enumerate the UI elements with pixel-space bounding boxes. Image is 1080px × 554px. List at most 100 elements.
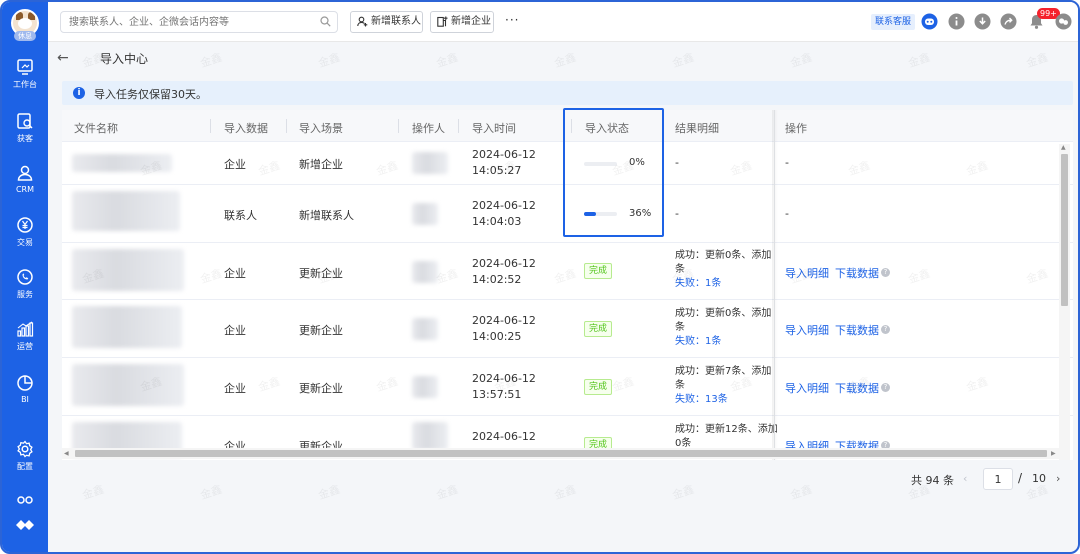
result-fail-link[interactable]: 失败：1条 (675, 277, 771, 291)
sidebar-item-crm[interactable]: CRM (2, 164, 48, 194)
column-header-file-name: 文件名称 (74, 122, 118, 135)
scroll-up-arrow[interactable]: ▲ (1061, 144, 1066, 151)
result-success-text: 成功：更新7条、添加 (675, 366, 772, 377)
cell-data: 企业 (224, 158, 246, 171)
column-header-import-time: 导入时间 (472, 122, 516, 135)
download-icon[interactable] (974, 13, 991, 30)
pagination-prev-button[interactable]: ‹ (963, 472, 967, 485)
download-data-link[interactable]: 下载数据 (835, 265, 879, 281)
sidebar-item-acquire[interactable]: 获客 (2, 112, 48, 144)
sidebar-item-label: BI (21, 395, 29, 404)
cell-actions: - (785, 207, 789, 220)
cell-import-clock: 14:00:25 (472, 330, 522, 343)
redacted-operator (412, 203, 438, 225)
sidebar-item-service[interactable]: 服务 (2, 268, 48, 300)
cell-import-clock: 14:04:03 (472, 215, 522, 228)
redacted-file-name (72, 249, 184, 291)
horizontal-scrollbar[interactable]: ◀ ▶ (62, 448, 1062, 459)
search-input[interactable] (61, 12, 301, 32)
fixed-column-shadow (772, 110, 778, 460)
watermark-text: 金鑫 (80, 482, 106, 503)
help-icon[interactable]: ? (881, 325, 890, 334)
add-company-icon (437, 16, 448, 27)
pagination-total: 共 94 条 (911, 474, 954, 487)
sidebar-item-bi[interactable]: BI (2, 374, 48, 404)
user-icon (17, 165, 33, 181)
info-icon: i (73, 87, 85, 99)
pagination-page-input[interactable] (983, 468, 1013, 490)
add-company-button[interactable]: 新增企业 (430, 11, 494, 33)
vertical-scroll-thumb[interactable] (1061, 154, 1068, 306)
result-success-text: 成功：更新12条、添加 (675, 424, 778, 435)
gear-icon (17, 440, 33, 458)
result-success-cont: 条 (675, 264, 685, 275)
cell-import-clock: 14:02:52 (472, 273, 522, 286)
pagination-separator: / (1018, 471, 1023, 485)
sidebar-item-workbench[interactable]: 工作台 (2, 58, 48, 90)
redacted-file-name (72, 154, 172, 172)
redacted-operator (412, 152, 448, 174)
horizontal-scroll-thumb[interactable] (75, 450, 1047, 457)
cell-result: - (675, 156, 679, 169)
watermark-text: 金鑫 (552, 482, 578, 503)
yen-icon (17, 217, 33, 233)
cell-result: 成功：更新0条、添加 条 失败：1条 (675, 307, 771, 349)
add-contact-button[interactable]: 新增联系人 (350, 11, 423, 33)
cell-data: 企业 (224, 324, 246, 337)
search-box[interactable] (60, 11, 338, 33)
import-detail-link[interactable]: 导入明细 (785, 265, 829, 281)
more-menu-button[interactable]: ··· (505, 13, 519, 27)
vertical-scrollbar[interactable]: ▲ (1059, 144, 1070, 460)
cell-result: - (675, 207, 679, 220)
cell-result: 成功：更新7条、添加 条 失败：13条 (675, 365, 771, 407)
notice-banner: i 导入任务仅保留30天。 (62, 81, 1073, 105)
redacted-operator (412, 318, 438, 340)
sidebar-item-label: 交易 (17, 238, 33, 247)
table-row[interactable]: 企业 更新企业 2024-06-12 14:00:25 完成 成功：更新0条、添… (62, 300, 1073, 358)
acquire-icon (17, 113, 33, 129)
result-fail-link[interactable]: 失败：1条 (675, 335, 771, 349)
redacted-file-name (72, 306, 182, 348)
sidebar: 休息 工作台 获客 CRM 交易 服务 运营 BI 配置 (2, 2, 48, 552)
chat-icon[interactable] (1055, 13, 1072, 30)
sidebar-item-trade[interactable]: 交易 (2, 216, 48, 248)
more-icon (17, 496, 33, 504)
contact-support-link[interactable]: 联系客服 (871, 14, 916, 30)
download-data-link[interactable]: 下载数据 (835, 380, 879, 396)
download-data-link[interactable]: 下载数据 (835, 322, 879, 338)
page-header: ← 导入中心 (48, 42, 1078, 75)
brand-logo (2, 516, 48, 534)
watermark-text: 金鑫 (198, 482, 224, 503)
column-header-scene: 导入场景 (299, 122, 343, 135)
share-icon[interactable] (1000, 13, 1017, 30)
dashboard-icon (17, 59, 33, 75)
add-contact-label: 新增联系人 (371, 16, 421, 27)
help-icon[interactable]: ? (881, 268, 890, 277)
back-arrow-icon[interactable]: ← (57, 50, 69, 66)
import-detail-link[interactable]: 导入明细 (785, 380, 829, 396)
scroll-left-arrow[interactable]: ◀ (64, 450, 69, 457)
sidebar-item-config[interactable]: 配置 (2, 440, 48, 472)
pagination-next-button[interactable]: › (1056, 472, 1060, 485)
cell-import-date: 2024-06-12 (472, 148, 536, 161)
result-success-text: 成功：更新0条、添加 (675, 250, 772, 261)
status-badge[interactable]: 休息 (14, 31, 36, 41)
info-icon[interactable] (948, 13, 965, 30)
sidebar-item-operation[interactable]: 运营 (2, 320, 48, 352)
table-row[interactable]: 企业 更新企业 2024-06-12 14:02:52 完成 成功：更新0条、添… (62, 243, 1073, 300)
redacted-file-name (72, 364, 184, 406)
assistant-bot-icon[interactable] (921, 13, 938, 30)
cell-scene: 更新企业 (299, 382, 343, 395)
result-fail-link[interactable]: 失败：13条 (675, 393, 771, 407)
cell-scene: 新增企业 (299, 158, 343, 171)
redacted-operator (412, 422, 448, 450)
search-icon[interactable] (320, 16, 331, 27)
import-detail-link[interactable]: 导入明细 (785, 322, 829, 338)
sidebar-item-label: 工作台 (13, 80, 37, 89)
help-icon[interactable]: ? (881, 383, 890, 392)
phone-icon (17, 269, 33, 285)
cell-result: 成功：更新12条、添加 0条 (675, 423, 778, 451)
scroll-right-arrow[interactable]: ▶ (1051, 450, 1056, 457)
table-row[interactable]: 企业 更新企业 2024-06-12 13:57:51 完成 成功：更新7条、添… (62, 358, 1073, 416)
sidebar-more[interactable] (2, 491, 48, 509)
